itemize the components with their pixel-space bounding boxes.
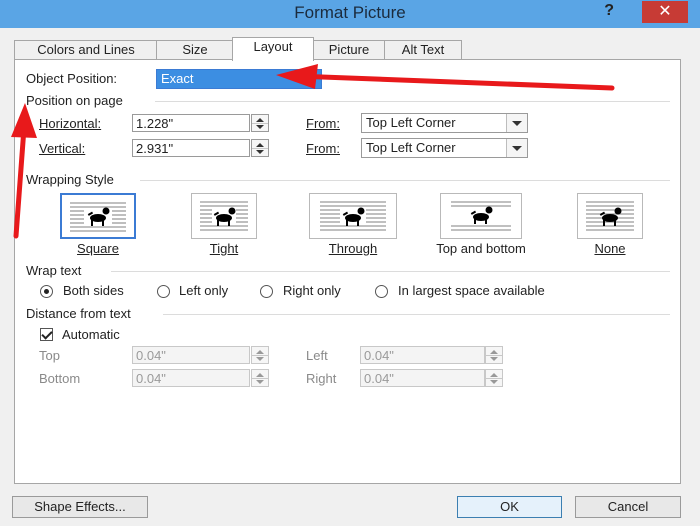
section-divider: [140, 180, 670, 181]
wrap-square-icon: [70, 202, 126, 232]
distance-right-input[interactable]: 0.04": [360, 369, 485, 387]
wrap-tight-label: Tight: [209, 241, 239, 256]
wrap-right-only-radio[interactable]: [260, 285, 273, 298]
wrap-through-label: Through: [328, 241, 378, 256]
automatic-checkbox[interactable]: [40, 328, 53, 341]
object-position-label: Object Position:: [26, 71, 118, 86]
wrap-text-heading: Wrap text: [26, 263, 82, 278]
horizontal-from-label: From:: [306, 116, 340, 131]
title-bar: Format Picture ? ✕: [0, 0, 700, 28]
horizontal-label: Horizontal:: [39, 116, 102, 131]
vertical-spinner[interactable]: [251, 139, 269, 157]
wrap-largest-space-label: In largest space available: [398, 283, 545, 298]
wrap-tight-button[interactable]: [191, 193, 257, 239]
horizontal-from-select[interactable]: Top Left Corner: [361, 113, 528, 133]
wrap-square-button[interactable]: [60, 193, 136, 239]
wrap-through-icon: [320, 201, 386, 231]
distance-right-spinner[interactable]: [485, 369, 503, 387]
vertical-from-label: From:: [306, 141, 340, 156]
tab-picture[interactable]: Picture: [312, 40, 386, 60]
automatic-label: Automatic: [62, 327, 120, 342]
horizontal-from-value: Top Left Corner: [366, 115, 456, 130]
distance-from-text-heading: Distance from text: [26, 306, 131, 321]
chevron-down-icon: [506, 114, 527, 132]
horizontal-spinner[interactable]: [251, 114, 269, 132]
tab-colors-and-lines[interactable]: Colors and Lines: [14, 40, 158, 60]
distance-left-spinner[interactable]: [485, 346, 503, 364]
wrapping-style-heading: Wrapping Style: [26, 172, 114, 187]
distance-left-input[interactable]: 0.04": [360, 346, 485, 364]
tab-alt-text[interactable]: Alt Text: [384, 40, 462, 60]
vertical-input[interactable]: 2.931": [132, 139, 250, 157]
section-divider: [111, 271, 670, 272]
wrap-top-and-bottom-icon: [451, 201, 511, 231]
section-divider: [155, 101, 670, 102]
wrap-none-label: None: [594, 241, 626, 256]
ok-button[interactable]: OK: [457, 496, 562, 518]
distance-right-label: Right: [306, 371, 337, 386]
wrap-square-label: Square: [77, 241, 119, 256]
wrap-largest-space-radio[interactable]: [375, 285, 388, 298]
layout-panel: Object Position: Exact Position on page …: [14, 59, 681, 484]
distance-top-spinner[interactable]: [251, 346, 269, 364]
distance-bottom-label: Bottom: [39, 371, 81, 386]
section-divider: [163, 314, 670, 315]
format-picture-dialog: Format Picture ? ✕ Colors and Lines Size…: [0, 0, 700, 526]
tab-layout[interactable]: Layout: [232, 37, 314, 61]
vertical-from-value: Top Left Corner: [366, 140, 456, 155]
distance-left-label: Left: [306, 348, 328, 363]
wrap-none-button[interactable]: [577, 193, 643, 239]
distance-bottom-spinner[interactable]: [251, 369, 269, 387]
wrap-left-only-radio[interactable]: [157, 285, 170, 298]
horizontal-input[interactable]: 1.228": [132, 114, 250, 132]
chevron-down-icon: [506, 139, 527, 157]
cancel-button[interactable]: Cancel: [575, 496, 681, 518]
wrap-both-sides-label: Both sides: [63, 283, 124, 298]
object-position-value: Exact: [161, 71, 194, 86]
wrap-right-only-label: Right only: [283, 283, 341, 298]
wrap-none-icon: [586, 201, 634, 231]
wrap-top-and-bottom-label: Top and bottom: [436, 241, 526, 256]
wrap-tight-icon: [200, 201, 248, 231]
close-button[interactable]: ✕: [642, 1, 688, 23]
distance-bottom-input[interactable]: 0.04": [132, 369, 250, 387]
wrap-both-sides-radio[interactable]: [40, 285, 53, 298]
shape-effects-button[interactable]: Shape Effects...: [12, 496, 148, 518]
wrap-top-and-bottom-button[interactable]: [440, 193, 522, 239]
distance-top-label: Top: [39, 348, 60, 363]
wrap-left-only-label: Left only: [179, 283, 229, 298]
object-position-select[interactable]: Exact: [156, 69, 322, 89]
wrap-through-button[interactable]: [309, 193, 397, 239]
help-button[interactable]: ?: [604, 2, 614, 20]
position-on-page-heading: Position on page: [26, 93, 123, 108]
dialog-title: Format Picture: [294, 3, 406, 22]
vertical-label: Vertical:: [39, 141, 86, 156]
vertical-from-select[interactable]: Top Left Corner: [361, 138, 528, 158]
tab-size[interactable]: Size: [156, 40, 234, 60]
distance-top-input[interactable]: 0.04": [132, 346, 250, 364]
